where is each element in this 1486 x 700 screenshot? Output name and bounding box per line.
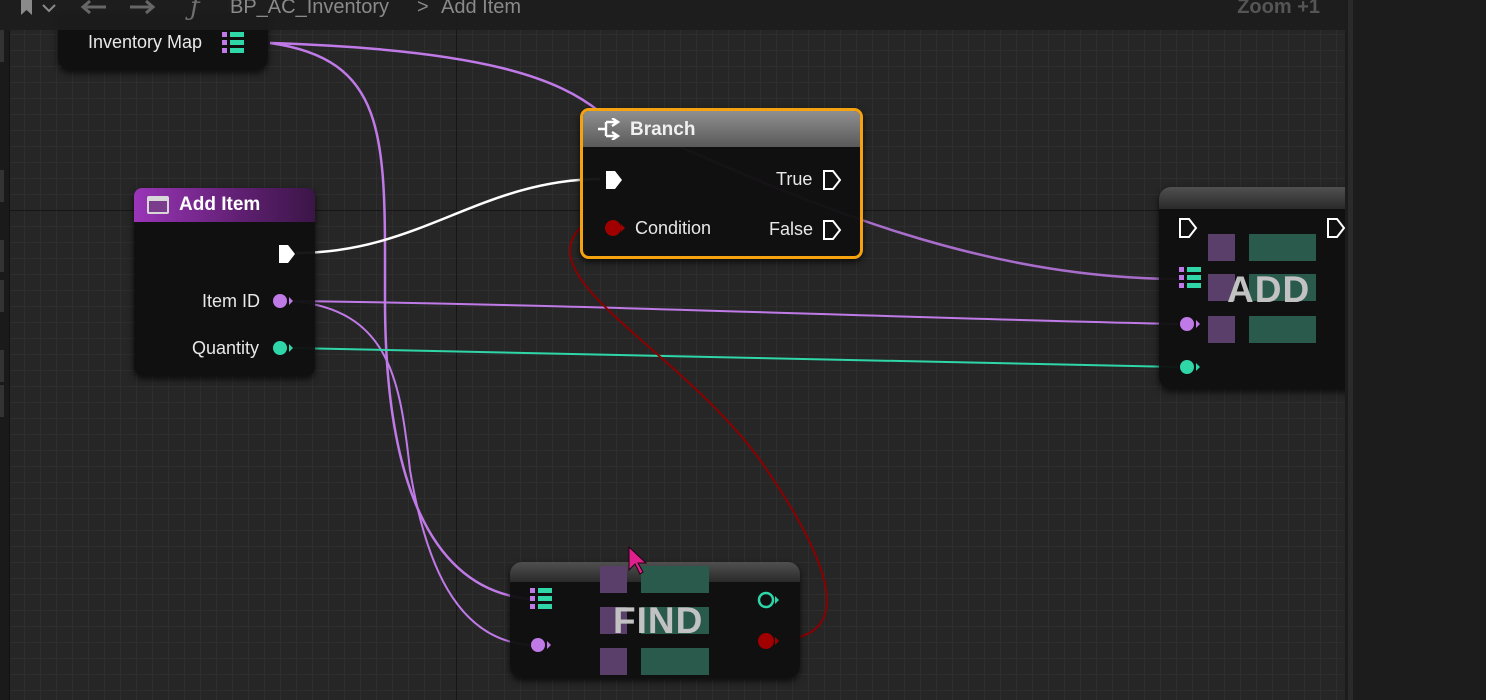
map-pin-icon[interactable] bbox=[220, 30, 246, 56]
bookmark-icon[interactable] bbox=[20, 0, 34, 16]
add-title: ADD bbox=[1227, 269, 1311, 310]
map-add-header bbox=[1159, 187, 1345, 209]
graph-canvas[interactable]: Inventory Map Add Item Item ID Quantity bbox=[0, 0, 1345, 700]
right-panel bbox=[1345, 0, 1486, 700]
chevron-down-icon[interactable] bbox=[42, 4, 56, 14]
find-value-block bbox=[641, 648, 709, 675]
item-id-label: Item ID bbox=[202, 291, 261, 311]
add-exec-out-pin[interactable] bbox=[1325, 217, 1345, 239]
add-exec-in-pin[interactable] bbox=[1177, 217, 1199, 239]
wire-map-to-add bbox=[269, 41, 601, 113]
add-value-block bbox=[1249, 234, 1316, 261]
find-key-block bbox=[600, 648, 627, 675]
add-key-pin[interactable] bbox=[1178, 315, 1202, 333]
add-item-node[interactable]: Add Item Item ID Quantity bbox=[134, 188, 315, 376]
branch-exec-in-pin[interactable] bbox=[603, 169, 625, 191]
add-key-block bbox=[1208, 316, 1235, 343]
arrow-right-icon[interactable] bbox=[128, 0, 156, 14]
mouse-cursor-icon bbox=[628, 546, 648, 575]
zoom-level: Zoom +1 bbox=[1237, 0, 1320, 18]
condition-pin[interactable] bbox=[603, 218, 627, 238]
map-find-node[interactable]: FIND bbox=[510, 562, 800, 678]
add-item-title: Add Item bbox=[179, 194, 261, 215]
breadcrumb-separator: > bbox=[417, 0, 429, 18]
exec-out-pin[interactable] bbox=[276, 243, 298, 265]
quantity-label: Quantity bbox=[192, 338, 260, 358]
add-value-pin[interactable] bbox=[1178, 358, 1202, 376]
graph-breadcrumb-bar: ƒ BP_AC_Inventory > Add Item Zoom +1 bbox=[0, 0, 1345, 30]
breadcrumb-function[interactable]: Add Item bbox=[441, 0, 521, 20]
true-exec-pin[interactable] bbox=[821, 169, 843, 191]
breadcrumb-blueprint[interactable]: BP_AC_Inventory bbox=[230, 0, 389, 20]
wire-exec-to-branch bbox=[295, 177, 601, 255]
inventory-map-label: Inventory Map bbox=[88, 32, 203, 52]
false-label: False bbox=[769, 219, 814, 239]
quantity-pin[interactable] bbox=[271, 339, 295, 357]
add-key-block bbox=[1208, 234, 1235, 261]
find-key-pin[interactable] bbox=[529, 636, 553, 654]
find-value-block bbox=[641, 566, 709, 593]
arrow-left-icon[interactable] bbox=[80, 0, 108, 14]
map-add-node[interactable]: ADD bbox=[1159, 187, 1345, 389]
function-entry-icon bbox=[147, 196, 169, 214]
branch-node[interactable]: Branch Condition True False bbox=[580, 108, 863, 259]
panel-splitter[interactable] bbox=[1348, 0, 1353, 700]
item-id-pin[interactable] bbox=[271, 292, 295, 310]
add-map-pin-icon[interactable] bbox=[1177, 265, 1203, 291]
false-exec-pin[interactable] bbox=[821, 219, 843, 241]
branch-header: Branch bbox=[583, 111, 860, 147]
branch-icon bbox=[598, 118, 621, 140]
find-found-out-pin[interactable] bbox=[756, 631, 782, 651]
function-icon: ƒ bbox=[190, 0, 200, 22]
find-map-pin-icon[interactable] bbox=[528, 586, 554, 612]
condition-label: Condition bbox=[635, 218, 712, 238]
wire-quantity-to-add bbox=[291, 347, 1179, 368]
find-value-out-pin[interactable] bbox=[756, 590, 782, 610]
branch-title: Branch bbox=[630, 119, 696, 140]
add-value-block bbox=[1249, 316, 1316, 343]
add-item-header: Add Item bbox=[134, 188, 315, 222]
wire-itemid-to-add bbox=[291, 300, 1179, 325]
true-label: True bbox=[776, 169, 813, 189]
find-key-block bbox=[600, 566, 627, 593]
find-title: FIND bbox=[613, 600, 704, 641]
